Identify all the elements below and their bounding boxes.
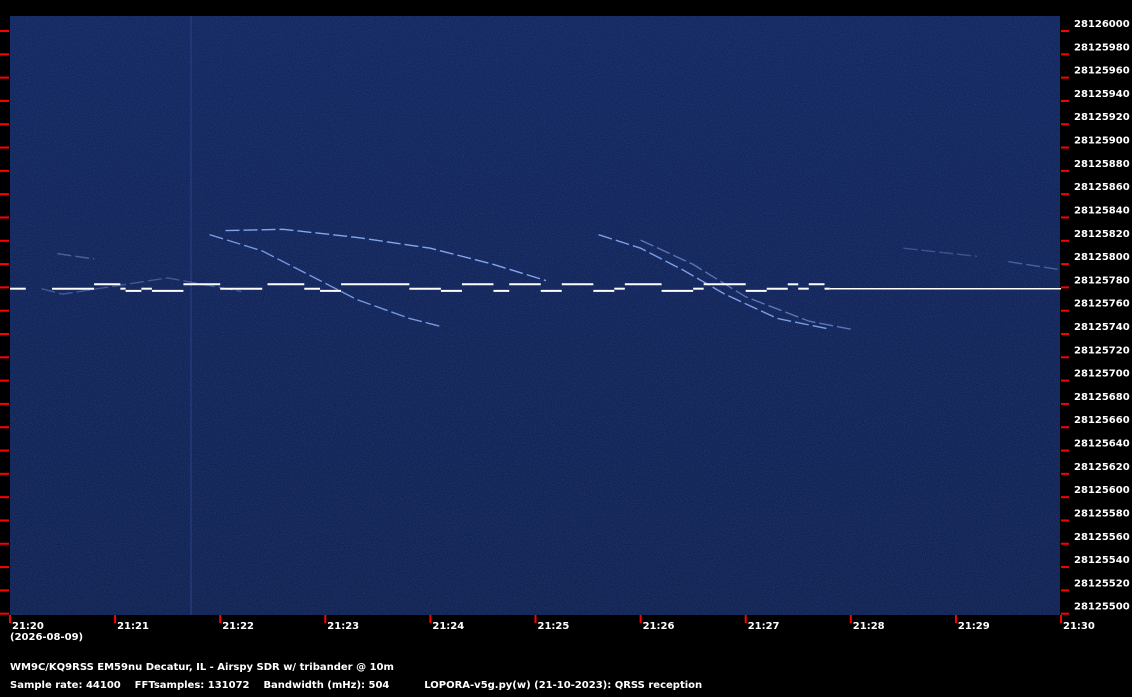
time-tick-label: 21:29 <box>958 621 990 632</box>
freq-tick-label: 28125760 <box>1074 299 1130 310</box>
plot-noise <box>10 16 1060 615</box>
date-label: (2026-08-09) <box>10 632 84 643</box>
time-tick-label: 21:22 <box>222 621 254 632</box>
freq-tick-label: 28125980 <box>1074 42 1130 53</box>
noise-streak <box>190 16 192 615</box>
software-version: LOPORA-v5g.py(w) (21-10-2023): QRSS rece… <box>424 680 703 691</box>
freq-tick-label: 28125820 <box>1074 229 1130 240</box>
freq-tick-label: 28125500 <box>1074 602 1130 613</box>
freq-tick-label: 28125900 <box>1074 136 1130 147</box>
time-tick-label: 21:21 <box>117 621 149 632</box>
freq-tick-label: 28125720 <box>1074 345 1130 356</box>
freq-tick-label: 28125800 <box>1074 252 1130 263</box>
freq-tick-label: 28125880 <box>1074 159 1130 170</box>
freq-tick-label: 28126000 <box>1074 19 1130 30</box>
freq-tick-label: 28125580 <box>1074 508 1130 519</box>
bandwidth: Bandwidth (mHz): 504 <box>263 680 390 691</box>
time-axis: 21:20 21:21 21:22 21:23 21:24 21:25 21:26 21:27… <box>9 615 1095 632</box>
freq-tick-label: 28125620 <box>1074 462 1130 473</box>
freq-tick-label: 28125600 <box>1074 485 1130 496</box>
freq-tick-label: 28125860 <box>1074 182 1130 193</box>
time-tick-label: 21:26 <box>643 621 675 632</box>
station-info: WM9C/KQ9RSS EM59nu Decatur, IL - Airspy … <box>10 662 394 673</box>
freq-tick-label: 28125700 <box>1074 369 1130 380</box>
freq-tick-label: 28125520 <box>1074 578 1130 589</box>
freq-tick-label: 28125560 <box>1074 532 1130 543</box>
waterfall-display: 28126000 28125980 28125960 28125940 28125920… <box>0 16 1130 632</box>
freq-tick-label: 28125780 <box>1074 275 1130 286</box>
freq-tick-label: 28125960 <box>1074 66 1130 77</box>
fft-samples: FFTsamples: 131072 <box>134 680 250 691</box>
freq-tick-label: 28125680 <box>1074 392 1130 403</box>
sample-rate: Sample rate: 44100 <box>10 680 121 691</box>
time-tick-label: 21:30 <box>1063 621 1095 632</box>
freq-tick-label: 28125840 <box>1074 205 1130 216</box>
freq-tick-label: 28125540 <box>1074 555 1130 566</box>
freq-tick-label: 28125740 <box>1074 322 1130 333</box>
freq-tick-label: 28125920 <box>1074 112 1130 123</box>
freq-tick-label: 28125940 <box>1074 89 1130 100</box>
time-tick-label: 21:28 <box>853 621 885 632</box>
time-tick-label: 21:23 <box>327 621 359 632</box>
capture-settings: Sample rate: 44100 FFTsamples: 131072 Ba… <box>10 680 702 691</box>
freq-tick-label: 28125640 <box>1074 439 1130 450</box>
time-tick-label: 21:25 <box>538 621 570 632</box>
freq-tick-label: 28125660 <box>1074 415 1130 426</box>
time-tick-label: 21:24 <box>432 621 464 632</box>
time-tick-label: 21:20 <box>12 621 44 632</box>
time-tick-label: 21:27 <box>748 621 780 632</box>
